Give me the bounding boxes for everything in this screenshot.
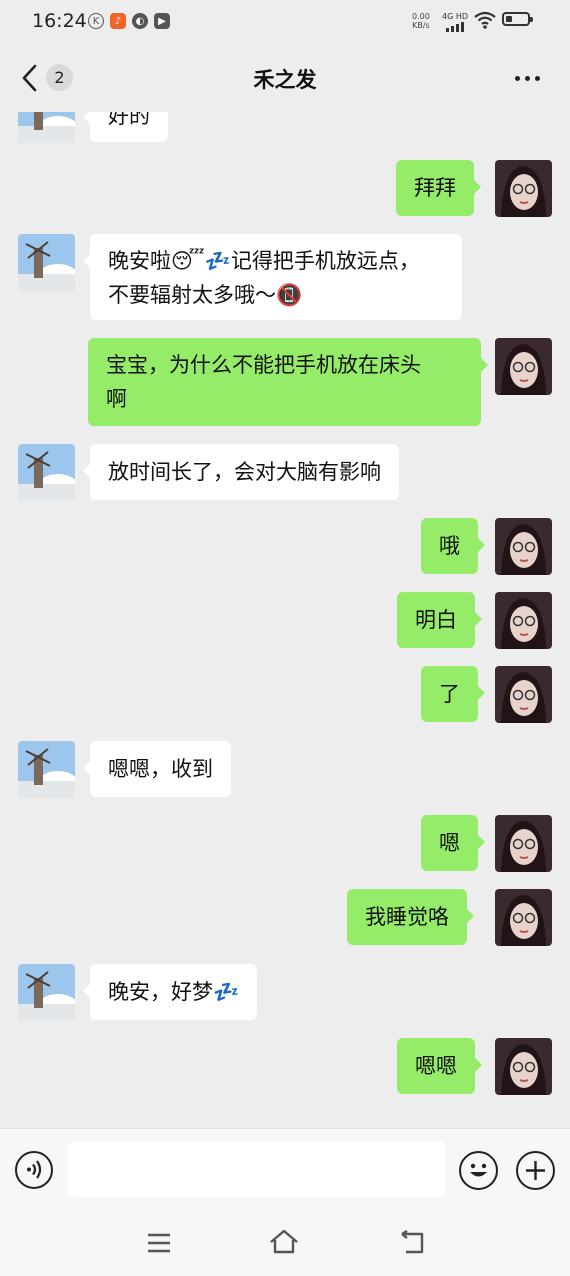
message-text: 晚安，好梦💤: [108, 980, 240, 1004]
message-incoming: 嗯嗯，收到: [0, 741, 570, 799]
contact-avatar[interactable]: [18, 964, 75, 1021]
message-outgoing: 我睡觉咯: [0, 889, 570, 947]
message-list[interactable]: 好的 拜拜 晚安啦😴💤记得把手机放远点， 不要辐射太多哦～📵 宝宝，为什么不能把…: [0, 112, 570, 1128]
message-text-line: 不要辐射太多哦～📵: [108, 283, 303, 307]
notification-icons: K ♪ ◐ ▶: [88, 13, 170, 29]
message-text: 明白: [415, 608, 457, 632]
message-bubble[interactable]: 晚安，好梦💤: [82, 964, 258, 1020]
message-text-line: 啊: [106, 387, 127, 411]
user-avatar[interactable]: [495, 592, 552, 649]
k-app-icon: K: [88, 13, 104, 29]
message-outgoing: 拜拜: [0, 160, 570, 218]
message-incoming: 放时间长了，会对大脑有影响: [0, 444, 570, 502]
contact-avatar[interactable]: [18, 112, 75, 143]
message-bubble[interactable]: 了: [421, 666, 485, 722]
message-text: 我睡觉咯: [365, 905, 449, 929]
contact-avatar[interactable]: [18, 234, 75, 291]
message-text: 哦: [439, 534, 460, 558]
status-time: 16:24: [32, 10, 87, 32]
message-outgoing: 了: [0, 666, 570, 724]
wifi-icon: [474, 11, 496, 29]
system-nav-bar: [0, 1208, 570, 1276]
message-outgoing: 嗯嗯: [0, 1038, 570, 1096]
message-text-line: 宝宝，为什么不能把手机放在床头: [106, 353, 421, 377]
message-text: 好的: [108, 112, 150, 128]
message-bubble[interactable]: 宝宝，为什么不能把手机放在床头 啊: [88, 338, 488, 426]
user-avatar[interactable]: [495, 815, 552, 872]
message-bubble[interactable]: 我睡觉咯: [347, 889, 474, 945]
user-avatar[interactable]: [495, 338, 552, 395]
message-text: 拜拜: [414, 176, 456, 200]
message-outgoing: 嗯: [0, 815, 570, 873]
chat-title: 禾之发: [253, 68, 317, 92]
message-text: 放时间长了，会对大脑有影响: [108, 460, 381, 484]
contact-avatar[interactable]: [18, 741, 75, 798]
message-incoming: 晚安，好梦💤: [0, 964, 570, 1022]
message-outgoing: 宝宝，为什么不能把手机放在床头 啊: [0, 338, 570, 428]
menu-icon[interactable]: [146, 1232, 172, 1254]
signal-label: 4G HD: [442, 12, 469, 21]
user-avatar[interactable]: [495, 160, 552, 217]
message-incoming: 晚安啦😴💤记得把手机放远点， 不要辐射太多哦～📵: [0, 234, 570, 322]
user-avatar[interactable]: [495, 889, 552, 946]
message-bubble[interactable]: 哦: [421, 518, 485, 574]
network-speed: 0.00 KB/s: [412, 12, 430, 30]
message-text-line: 晚安啦😴💤记得把手机放远点，: [108, 249, 420, 273]
message-text: 嗯: [439, 831, 460, 855]
emoji-icon[interactable]: [459, 1151, 498, 1190]
network-speed-value: 0.00: [412, 12, 430, 21]
compass-icon: ◐: [132, 13, 148, 29]
battery-icon: [502, 12, 533, 26]
message-bubble[interactable]: 放时间长了，会对大脑有影响: [83, 444, 399, 500]
voice-icon[interactable]: [15, 1151, 53, 1189]
message-bubble[interactable]: 明白: [397, 592, 482, 648]
back-icon[interactable]: [398, 1230, 426, 1256]
app-notification-icon: ♪: [110, 13, 126, 29]
message-incoming: 好的: [0, 112, 570, 144]
plus-icon[interactable]: [516, 1151, 555, 1190]
network-speed-unit: KB/s: [412, 21, 430, 30]
message-text: 嗯嗯，收到: [108, 757, 213, 781]
user-avatar[interactable]: [495, 666, 552, 723]
signal-bars-icon: [446, 22, 464, 32]
message-bubble[interactable]: 晚安啦😴💤记得把手机放远点， 不要辐射太多哦～📵: [83, 234, 462, 320]
message-text: 了: [439, 682, 460, 706]
user-avatar[interactable]: [495, 1038, 552, 1095]
message-text: 嗯嗯: [415, 1054, 457, 1078]
status-bar: 16:24 K ♪ ◐ ▶ 0.00 KB/s 4G HD: [0, 0, 570, 44]
message-bubble[interactable]: 嗯: [421, 815, 485, 871]
message-outgoing: 明白: [0, 592, 570, 650]
contact-avatar[interactable]: [18, 444, 75, 501]
play-icon: ▶: [154, 13, 170, 29]
chat-header: 2 禾之发: [0, 44, 570, 112]
message-bubble[interactable]: 拜拜: [396, 160, 481, 216]
message-bubble[interactable]: 嗯嗯，收到: [83, 741, 231, 797]
message-bubble[interactable]: 嗯嗯: [397, 1038, 482, 1094]
more-icon[interactable]: [515, 76, 540, 81]
user-avatar[interactable]: [495, 518, 552, 575]
home-icon[interactable]: [268, 1228, 300, 1256]
message-input[interactable]: [68, 1141, 445, 1197]
message-outgoing: 哦: [0, 518, 570, 576]
message-bubble[interactable]: 好的: [83, 112, 168, 142]
input-bar: [0, 1128, 570, 1209]
